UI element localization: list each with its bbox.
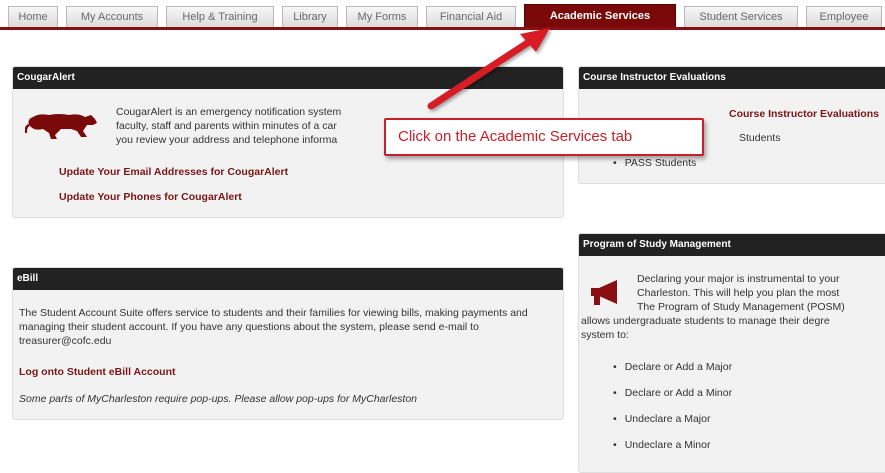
- arrow-icon: [427, 28, 550, 110]
- annotation-callout: Click on the Academic Services tab: [384, 118, 704, 156]
- annotation-arrow: [427, 28, 550, 110]
